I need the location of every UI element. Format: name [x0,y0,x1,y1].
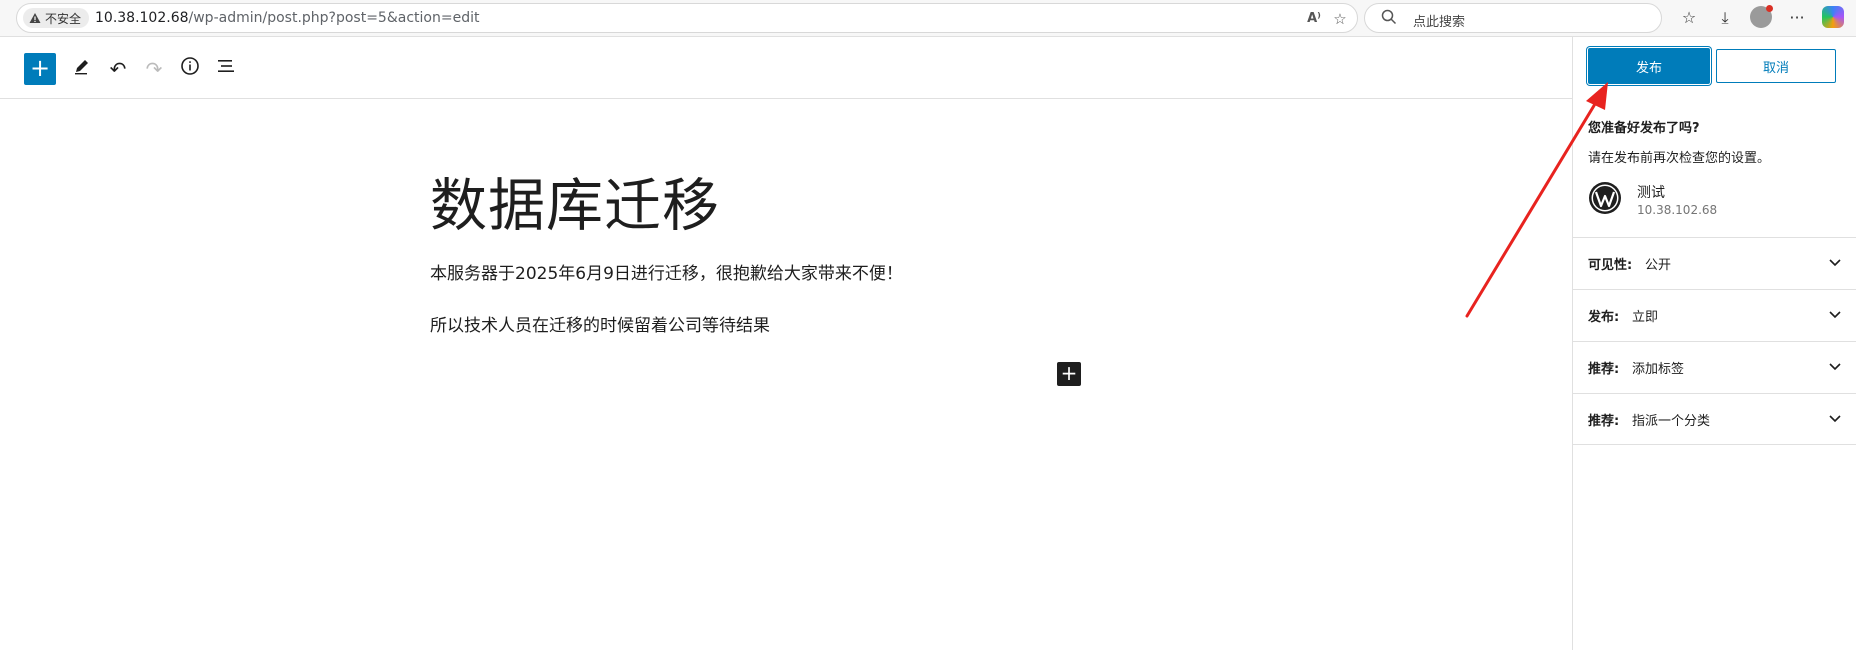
publish-button[interactable]: 发布 [1588,48,1710,84]
address-bar[interactable]: 不安全 10.38.102.68/wp-admin/post.php?post=… [16,3,1358,33]
pencil-icon[interactable] [68,55,96,83]
redo-icon[interactable]: ↷ [140,55,168,83]
add-block-button[interactable]: + [24,53,56,85]
row-value: 公开 [1645,258,1672,273]
category-row[interactable]: 推荐: 指派一个分类 [1573,393,1856,445]
row-value: 指派一个分类 [1632,414,1711,429]
collections-icon[interactable]: ☆ [1678,7,1700,29]
url-host: 10.38.102.68 [95,10,189,26]
cancel-button[interactable]: 取消 [1716,49,1836,83]
browser-toolbar: 不安全 10.38.102.68/wp-admin/post.php?post=… [0,0,1856,37]
list-view-icon[interactable] [212,55,240,83]
chevron-down-icon [1829,363,1841,371]
security-indicator[interactable]: 不安全 [23,8,90,28]
more-icon[interactable]: ··· [1786,7,1808,29]
ready-title: 您准备好发布了吗? [1588,121,1700,136]
chevron-down-icon [1829,311,1841,319]
undo-icon[interactable]: ↶ [104,55,132,83]
row-label: 推荐: [1588,362,1620,377]
search-placeholder: 点此搜索 [1413,15,1466,30]
search-box[interactable]: 点此搜索 [1364,3,1662,33]
url-text[interactable]: 10.38.102.68/wp-admin/post.php?post=5&ac… [95,10,479,26]
site-url: 10.38.102.68 [1637,203,1718,217]
favorite-icon[interactable]: ☆ [1331,10,1349,28]
plus-icon: + [29,54,51,82]
post-title[interactable]: 数据库迁移 [430,160,720,242]
plus-icon: + [1060,361,1078,385]
info-icon[interactable] [176,55,204,83]
row-value: 添加标签 [1632,362,1685,377]
avatar[interactable] [1750,5,1773,28]
url-path: /wp-admin/post.php?post=5&action=edit [188,10,480,26]
read-aloud-icon[interactable]: A⁾ [1305,10,1323,28]
paragraph-block[interactable]: 所以技术人员在迁移的时候留着公司等待结果 [430,311,770,336]
row-label: 可见性: [1588,258,1633,273]
search-icon [1381,9,1397,29]
warning-icon [29,13,41,23]
wordpress-logo [1589,182,1621,214]
tags-row[interactable]: 推荐: 添加标签 [1573,341,1856,393]
publish-panel: 发布 取消 您准备好发布了吗? 请在发布前再次检查您的设置。 测试 10.38.… [1572,37,1856,650]
row-label: 发布: [1588,310,1620,325]
paragraph-block[interactable]: 本服务器于2025年6月9日进行迁移，很抱歉给大家带来不便！ [430,259,903,284]
copilot-icon[interactable] [1822,6,1844,28]
chevron-down-icon [1829,259,1841,267]
row-label: 推荐: [1588,414,1620,429]
editor-toolbar: + ↶ ↷ [0,37,1572,99]
row-value: 立即 [1632,310,1659,325]
visibility-row[interactable]: 可见性: 公开 [1573,237,1856,289]
notification-dot [1766,5,1773,12]
inline-add-block-button[interactable]: + [1057,362,1081,386]
site-name: 测试 [1637,185,1665,201]
downloads-icon[interactable]: ⤓ [1714,7,1736,29]
publish-time-row[interactable]: 发布: 立即 [1573,289,1856,341]
chevron-down-icon [1829,415,1841,423]
ready-description: 请在发布前再次检查您的设置。 [1588,151,1771,166]
security-label: 不安全 [45,11,82,26]
